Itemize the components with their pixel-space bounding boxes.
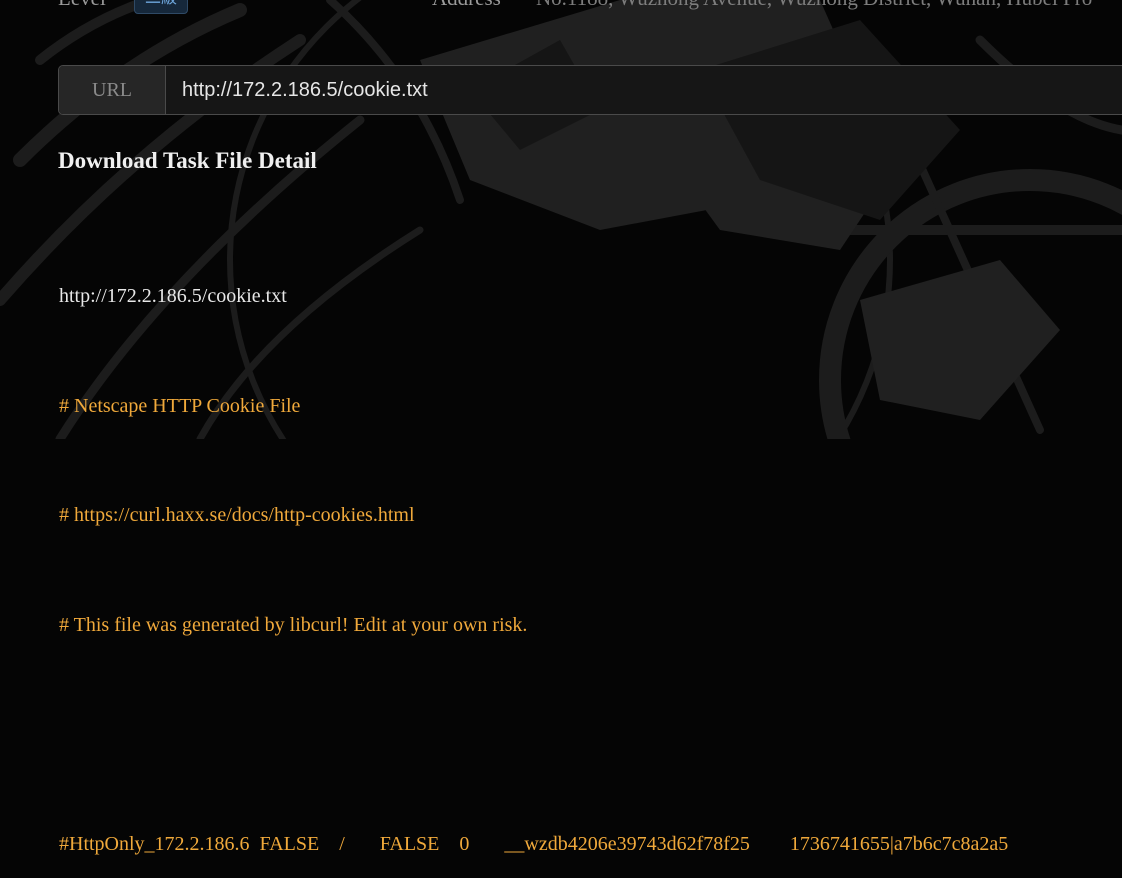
file-url-line: http://172.2.186.5/cookie.txt (59, 285, 287, 307)
file-comment-line: # Netscape HTTP Cookie File (59, 394, 301, 417)
address-label: Address (432, 0, 501, 11)
file-cookie-line: #HttpOnly_172.2.186.6 FALSE / FALSE 0 __… (59, 832, 1009, 855)
file-comment-line: # https://curl.haxx.se/docs/http-cookies… (59, 504, 415, 526)
address-value: No.1188, Wuzhong Avenue, Wuzhong Distric… (536, 0, 1092, 11)
level-label: Level (58, 0, 106, 11)
url-input-group: URL (58, 65, 1122, 115)
file-comment-line: # This file was generated by libcurl! Ed… (59, 613, 528, 636)
file-detail-content: http://172.2.186.5/cookie.txt # Netscape… (59, 205, 1008, 878)
info-row: Level 二級 Address No.1188, Wuzhong Avenue… (0, 0, 1122, 14)
url-input[interactable] (166, 66, 1122, 114)
url-label: URL (59, 66, 166, 114)
level-badge: 二級 (134, 0, 189, 14)
section-title: Download Task File Detail (58, 148, 317, 173)
